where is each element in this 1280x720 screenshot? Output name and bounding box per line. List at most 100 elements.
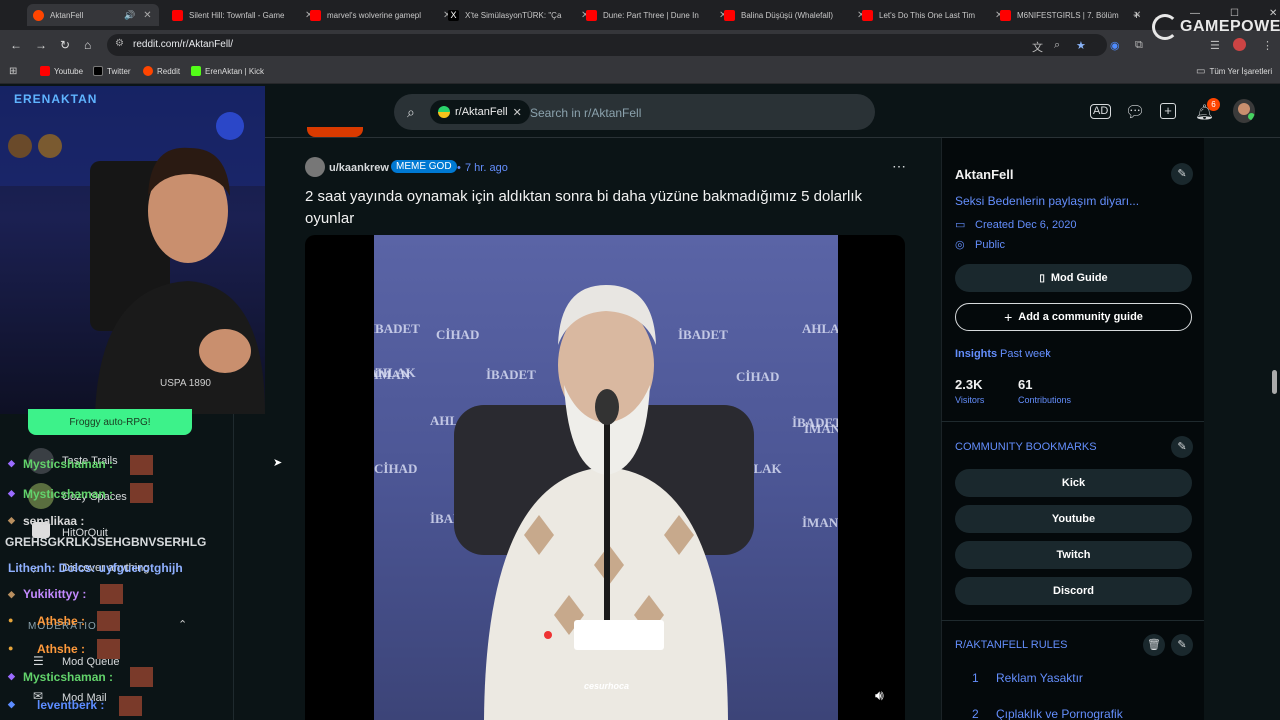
speaker-icon[interactable]: 🔊 [124, 10, 135, 21]
bookmark-label: Tüm Yer İşaretleri [1209, 67, 1273, 76]
subreddit-icon [438, 106, 450, 118]
guide-icon: ▯ [1039, 272, 1045, 284]
reload-icon[interactable]: ↻ [60, 38, 70, 52]
gamepower-text: GAMEPOWER [1180, 18, 1280, 35]
chat-username: Athshe : [37, 614, 85, 628]
chat-username: Mysticshaman : [23, 487, 114, 501]
edit-icon[interactable]: ✎ [1171, 634, 1193, 656]
kick-icon [191, 66, 201, 76]
back-icon[interactable]: ← [10, 38, 22, 52]
translate-icon[interactable]: 文 [1032, 39, 1043, 55]
x-icon [93, 66, 103, 76]
tab-silent-hill[interactable]: Silent Hill: Townfall - Game✕ [172, 4, 313, 26]
forward-icon[interactable]: → [35, 38, 47, 52]
bookmark-youtube[interactable]: Youtube [40, 66, 83, 76]
chat-username: senalikaa : [23, 514, 85, 528]
chat-badge-icon: ● [8, 615, 14, 625]
post-time: 7 hr. ago [465, 162, 508, 174]
video-watermark: cesurhoca [584, 681, 630, 691]
past-week-dropdown[interactable]: Past week [1000, 348, 1051, 360]
bookmark-kick[interactable]: ErenAktan | Kick [191, 66, 264, 76]
create-post-icon[interactable]: + [1160, 103, 1176, 119]
bookmark-youtube-button[interactable]: Youtube [955, 505, 1192, 533]
collapse-icon[interactable]: ⌃ [178, 618, 187, 631]
author-avatar[interactable] [305, 157, 325, 177]
chat-badge-icon: ◆ [8, 699, 15, 709]
mute-icon[interactable]: 🔊︎ [875, 687, 884, 704]
bookmark-label: Reddit [157, 66, 181, 76]
youtube-icon [724, 9, 735, 21]
chat-badge-icon: ● [8, 643, 14, 653]
add-community-guide-button[interactable]: + Add a community guide [955, 303, 1192, 331]
chat-emote [130, 667, 153, 687]
tab-aktanfell[interactable]: AktanFell 🔊 ✕ [27, 4, 159, 26]
post-tag-remnant [307, 127, 363, 137]
new-tab-icon[interactable]: + [1133, 8, 1140, 22]
bookmarks-header: COMMUNITY BOOKMARKS [955, 441, 1097, 453]
tab-wolverine[interactable]: marvel's wolverine gamepl✕ [310, 4, 451, 26]
home-icon[interactable]: ⌂ [84, 38, 91, 52]
youtube-icon [1000, 9, 1011, 21]
site-info-icon[interactable]: ⚙ [115, 38, 124, 49]
extensions-puzzle-icon[interactable]: ⧉ [1135, 39, 1143, 52]
tab-last-time[interactable]: Let's Do This One Last Tim✕ [862, 4, 1003, 26]
bookmark-twitter[interactable]: Twitter [93, 66, 131, 76]
post-video[interactable]: CİHAD İBADET AHLAK İMAN İBADET CİHAD AHL… [305, 235, 905, 720]
froggy-banner[interactable]: Froggy auto-RPG! [28, 409, 192, 435]
reddit-icon [33, 9, 44, 21]
speaker-figure [454, 285, 754, 720]
rule-item[interactable]: Reklam Yasaktır [996, 671, 1083, 685]
chat-badge-icon: ◆ [8, 515, 15, 525]
all-bookmarks[interactable]: ▭ Tüm Yer İşaretleri [1196, 66, 1272, 77]
chat-icon[interactable]: 💬︎ [1125, 102, 1145, 122]
scrollbar-thumb[interactable] [1272, 370, 1277, 394]
chat-message: GREHSGKRLKJSEHGBNVSERHLG [5, 535, 207, 549]
visibility: Public [975, 239, 1005, 251]
close-tab-icon[interactable]: ✕ [143, 10, 151, 21]
subreddit-filter-chip[interactable]: r/AktanFell ✕ [430, 100, 530, 124]
tab-m6nifest[interactable]: M6NIFESTGIRLS | 7. Bölüm ✕ [1000, 4, 1141, 26]
user-flair: MEME GOD [391, 160, 457, 173]
gamepower-logo: GAMEPOWER [1152, 14, 1280, 40]
tab-title: Let's Do This One Last Tim [879, 10, 976, 20]
tab-title: Silent Hill: Townfall - Game [189, 10, 285, 20]
post-options-icon[interactable]: ⋯ [892, 158, 906, 175]
delete-icon[interactable]: 🗑︎ [1143, 634, 1165, 656]
rule-item[interactable]: Çıplaklık ve Pornografik [996, 707, 1123, 720]
clear-filter-icon[interactable]: ✕ [513, 106, 522, 119]
bookmark-star-icon[interactable]: ★ [1076, 39, 1086, 52]
post-title[interactable]: 2 saat yayında oynamak için aldıktan son… [305, 186, 905, 230]
youtube-icon [172, 9, 183, 21]
advertise-icon[interactable]: AD [1090, 104, 1112, 119]
bookmark-twitch-button[interactable]: Twitch [955, 541, 1192, 569]
edit-icon[interactable]: ✎ [1171, 163, 1193, 185]
url-text[interactable]: reddit.com/r/AktanFell/ [133, 39, 233, 50]
tab-x-simulasyon[interactable]: XX'te SimülasyonTÜRK: "Ça✕ [448, 4, 589, 26]
insights-link[interactable]: Insights [955, 348, 997, 360]
mod-guide-button[interactable]: ▯ Mod Guide [955, 264, 1192, 292]
tab-whalefall[interactable]: Balina Düşüşü (Whalefall)✕ [724, 4, 865, 26]
menu-icon[interactable]: ⋮ [1262, 39, 1273, 52]
bookmark-kick-button[interactable]: Kick [955, 469, 1192, 497]
chat-username: Athshe : [37, 642, 85, 656]
search-placeholder[interactable]: Search in r/AktanFell [530, 106, 641, 120]
tab-dune[interactable]: Dune: Part Three | Dune In✕ [586, 4, 727, 26]
tab-title: X'te SimülasyonTÜRK: "Ça [465, 10, 562, 20]
chat-emote [97, 639, 120, 659]
bookmark-discord-button[interactable]: Discord [955, 577, 1192, 605]
tab-title: marvel's wolverine gamepl [327, 10, 422, 20]
chat-message: Lithenh: Dolcs: uyfguerotghijh [8, 561, 183, 575]
address-bar[interactable] [107, 34, 1107, 56]
reading-list-icon[interactable]: ☰ [1210, 39, 1220, 52]
edit-icon[interactable]: ✎ [1171, 436, 1193, 458]
queue-icon: ☰ [33, 654, 44, 668]
tab-title: Dune: Part Three | Dune In [603, 10, 699, 20]
post-author[interactable]: u/kaankrew [329, 162, 389, 174]
apps-grid-icon[interactable]: ⊞ [9, 66, 17, 77]
user-avatar[interactable] [1233, 99, 1255, 123]
zoom-icon[interactable]: ⌕ [1054, 39, 1060, 52]
cake-icon: ▭ [955, 219, 966, 231]
extension-icon[interactable]: ◉ [1110, 39, 1120, 52]
bookmark-reddit[interactable]: Reddit [143, 66, 180, 76]
youtube-icon [310, 9, 321, 21]
